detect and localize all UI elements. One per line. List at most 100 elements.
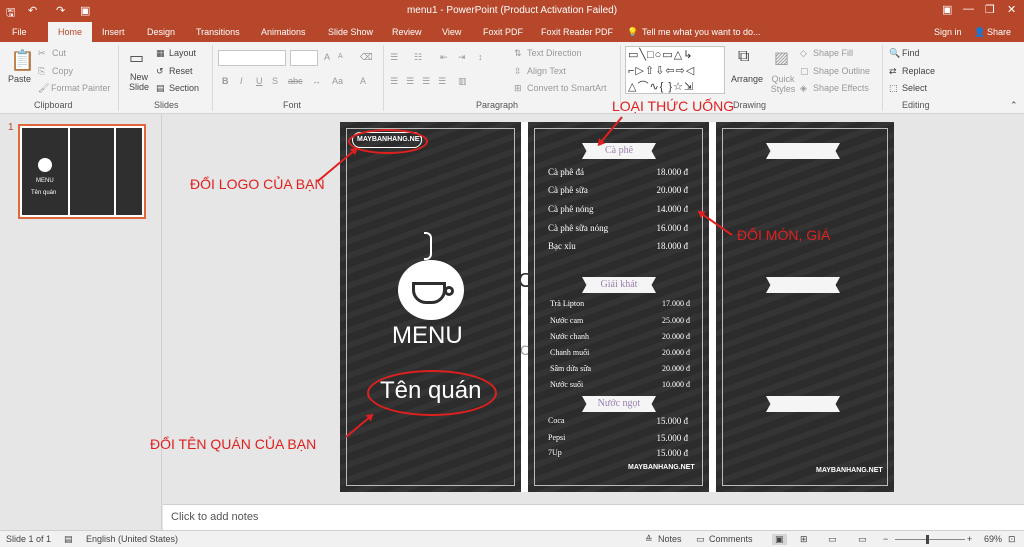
replace-button[interactable]: Replace	[902, 66, 935, 76]
menu-price[interactable]: 17.000 đ	[628, 299, 690, 308]
empty-banner[interactable]	[766, 277, 840, 293]
reset-button[interactable]: Reset	[169, 66, 193, 76]
menu-price[interactable]: 20.000 đ	[628, 332, 690, 341]
slide-canvas[interactable]: C C MAYBANHANG.NET MENU Tên quán Cà phê …	[340, 122, 894, 492]
tab-insert[interactable]: Insert	[102, 27, 125, 37]
bullets-icon[interactable]: ☰	[390, 52, 398, 63]
align-left-icon[interactable]: ☰	[390, 76, 398, 87]
tab-review[interactable]: Review	[392, 27, 422, 37]
slide-sorter-icon[interactable]: ⊞	[800, 534, 808, 545]
outdent-icon[interactable]: ⇥	[458, 52, 466, 63]
tab-foxit-reader-pdf[interactable]: Foxit Reader PDF	[541, 27, 613, 37]
menu-item[interactable]: Nước suối	[550, 380, 583, 389]
cut-button[interactable]: Cut	[52, 48, 66, 58]
tab-file[interactable]: File	[12, 27, 27, 37]
menu-item[interactable]: Nước chanh	[550, 332, 589, 341]
menu-item[interactable]: Cà phê sữa nóng	[548, 223, 608, 233]
section-banner-drinks[interactable]: Giải khát	[582, 277, 656, 293]
menu-item[interactable]: Trà Lipton	[550, 299, 584, 308]
empty-banner[interactable]	[766, 143, 840, 159]
font-color-icon[interactable]: A	[360, 76, 366, 86]
section-button[interactable]: Section	[169, 83, 199, 93]
numbering-icon[interactable]: ☷	[414, 52, 422, 63]
menu-price[interactable]: 25.000 đ	[628, 316, 690, 325]
menu-item[interactable]: Sâm dứa sữa	[550, 364, 591, 373]
tab-design[interactable]: Design	[147, 27, 175, 37]
zoom-level[interactable]: 69%	[984, 534, 1002, 544]
notes-button[interactable]: Notes	[658, 534, 682, 544]
fit-slide-icon[interactable]: ⊡	[1008, 534, 1016, 545]
sign-in-link[interactable]: Sign in	[934, 27, 962, 37]
shape-outline-button[interactable]: Shape Outline	[813, 66, 870, 76]
quick-styles-button[interactable]: Quick Styles	[768, 74, 798, 94]
font-size-box[interactable]	[290, 50, 318, 66]
slide-thumbnail[interactable]: MENU Tên quán	[18, 124, 146, 219]
tab-view[interactable]: View	[442, 27, 461, 37]
language-status[interactable]: English (United States)	[86, 534, 178, 544]
new-slide-icon[interactable]: ▭	[129, 48, 144, 68]
line-spacing-icon[interactable]: ↕	[478, 52, 483, 62]
menu-item[interactable]: Cà phê sữa	[548, 185, 588, 195]
menu-price[interactable]: 20.000 đ	[628, 348, 690, 357]
new-slide-button[interactable]: New Slide	[126, 72, 152, 92]
zoom-in-button[interactable]: +	[967, 534, 972, 544]
shadow-button[interactable]: S	[272, 76, 278, 86]
menu-price[interactable]: 15.000 đ	[628, 416, 689, 426]
strikethrough-button[interactable]: abc	[288, 76, 303, 86]
menu-item[interactable]: Pepsi	[548, 433, 565, 442]
menu-item[interactable]: Nước cam	[550, 316, 583, 325]
arrange-button[interactable]: Arrange	[731, 74, 763, 84]
font-name-box[interactable]	[218, 50, 286, 66]
shapes-gallery[interactable]: ▭╲□○▭△↳ ⌐▷⇧⇩⇦⇨◁ △⌒∿{ }☆⇲	[625, 46, 725, 94]
bold-button[interactable]: B	[222, 76, 229, 86]
columns-icon[interactable]: ▥	[458, 76, 467, 87]
share-button[interactable]: Share	[987, 27, 1011, 37]
section-banner-coffee[interactable]: Cà phê	[582, 143, 656, 159]
menu-price[interactable]: 20.000 đ	[628, 185, 689, 195]
menu-price[interactable]: 15.000 đ	[628, 433, 689, 443]
quick-styles-icon[interactable]: ▨	[774, 48, 789, 68]
comments-button[interactable]: Comments	[709, 534, 753, 544]
menu-item[interactable]: Cà phê đá	[548, 167, 584, 177]
convert-smartart-button[interactable]: Convert to SmartArt	[527, 83, 607, 93]
maximize-button[interactable]: ❐	[985, 3, 995, 16]
text-direction-button[interactable]: Text Direction	[527, 48, 582, 58]
zoom-slider[interactable]	[895, 539, 965, 540]
italic-button[interactable]: I	[240, 76, 243, 86]
menu-price[interactable]: 10.000 đ	[628, 380, 690, 389]
tab-foxit-pdf[interactable]: Foxit PDF	[483, 27, 523, 37]
collapse-ribbon-icon[interactable]: ⌃	[1010, 100, 1018, 111]
indent-icon[interactable]: ⇤	[440, 52, 448, 63]
justify-icon[interactable]: ☰	[438, 76, 446, 87]
char-spacing-icon[interactable]: ↔	[312, 76, 321, 86]
tab-animations[interactable]: Animations	[261, 27, 306, 37]
underline-button[interactable]: U	[256, 76, 263, 86]
normal-view-icon[interactable]: ▣	[772, 534, 787, 545]
copy-button[interactable]: Copy	[52, 66, 73, 76]
menu-price[interactable]: 14.000 đ	[628, 204, 689, 214]
menu-item[interactable]: Coca	[548, 416, 564, 425]
tab-home[interactable]: Home	[48, 22, 92, 42]
menu-price[interactable]: 18.000 đ	[628, 167, 689, 177]
menu-item[interactable]: Chanh muối	[550, 348, 589, 357]
align-right-icon[interactable]: ☰	[422, 76, 430, 87]
menu-title[interactable]: MENU	[392, 322, 463, 350]
reading-view-icon[interactable]: ▭	[828, 534, 837, 545]
menu-price[interactable]: 20.000 đ	[628, 364, 690, 373]
section-banner-soda[interactable]: Nước ngọt	[582, 396, 656, 412]
format-painter-button[interactable]: Format Painter	[51, 83, 111, 93]
slideshow-view-icon[interactable]: ▭	[858, 534, 867, 545]
find-button[interactable]: Find	[902, 48, 920, 58]
grow-font-button[interactable]: A	[324, 52, 330, 62]
shape-effects-button[interactable]: Shape Effects	[813, 83, 869, 93]
align-text-button[interactable]: Align Text	[527, 66, 566, 76]
shape-fill-button[interactable]: Shape Fill	[813, 48, 853, 58]
spellcheck-icon[interactable]: ▤	[64, 534, 73, 545]
tab-slide-show[interactable]: Slide Show	[328, 27, 373, 37]
empty-banner[interactable]	[766, 396, 840, 412]
arrange-icon[interactable]: ⧉	[738, 48, 749, 66]
zoom-slider-thumb[interactable]	[926, 535, 929, 544]
zoom-out-button[interactable]: −	[883, 534, 888, 544]
menu-price[interactable]: 16.000 đ	[628, 223, 689, 233]
layout-button[interactable]: Layout	[169, 48, 196, 58]
